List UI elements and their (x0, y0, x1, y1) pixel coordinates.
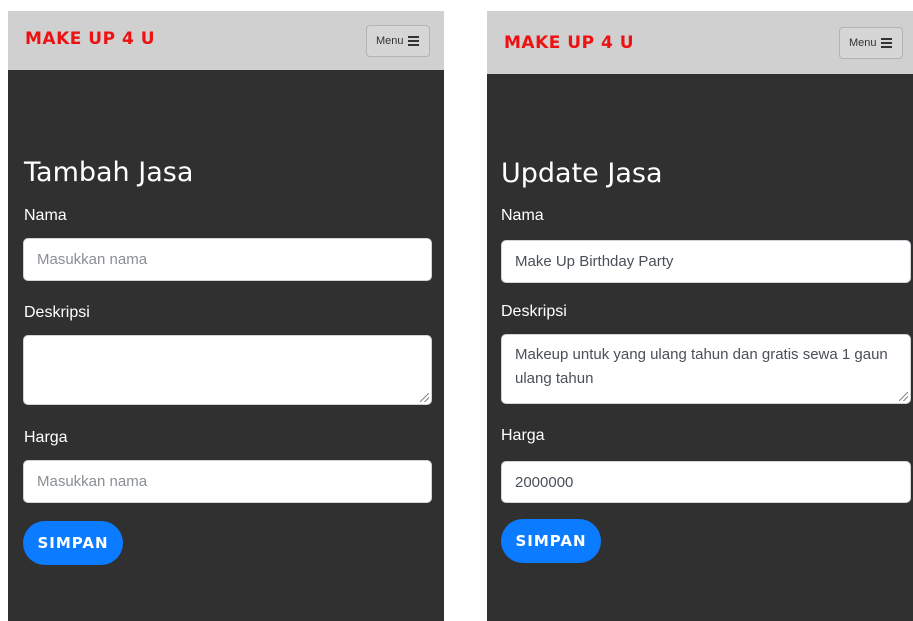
brand-logo[interactable]: MAKE UP 4 U (504, 33, 634, 53)
page-title: Update Jasa (501, 158, 663, 189)
page-title: Tambah Jasa (24, 157, 194, 188)
simpan-button[interactable]: SIMPAN (501, 519, 601, 563)
harga-label: Harga (501, 427, 545, 444)
menu-label: Menu (849, 37, 877, 49)
hamburger-icon (407, 36, 419, 46)
deskripsi-label: Deskripsi (24, 304, 90, 321)
deskripsi-label: Deskripsi (501, 303, 567, 320)
nama-input[interactable]: Make Up Birthday Party (501, 240, 911, 283)
hamburger-icon (880, 38, 892, 48)
nama-label: Nama (24, 207, 67, 224)
navbar: MAKE UP 4 U Menu (487, 11, 913, 74)
menu-label: Menu (376, 35, 404, 47)
harga-input[interactable]: 2000000 (501, 461, 911, 503)
add-service-panel: MAKE UP 4 U Menu Tambah Jasa Nama Masukk… (8, 11, 444, 621)
navbar: MAKE UP 4 U Menu (8, 11, 444, 70)
deskripsi-textarea[interactable] (23, 335, 432, 405)
resize-grip-icon[interactable] (420, 393, 429, 402)
nama-input[interactable]: Masukkan nama (23, 238, 432, 281)
brand-logo[interactable]: MAKE UP 4 U (25, 29, 155, 49)
resize-grip-icon[interactable] (899, 392, 908, 401)
update-service-panel: MAKE UP 4 U Menu Update Jasa Nama Make U… (487, 11, 913, 621)
menu-button[interactable]: Menu (839, 27, 903, 59)
menu-button[interactable]: Menu (366, 25, 430, 57)
harga-input[interactable]: Masukkan nama (23, 460, 432, 503)
simpan-button[interactable]: SIMPAN (23, 521, 123, 565)
harga-label: Harga (24, 429, 68, 446)
deskripsi-textarea[interactable]: Makeup untuk yang ulang tahun dan gratis… (501, 334, 911, 404)
nama-label: Nama (501, 207, 544, 224)
deskripsi-value: Makeup untuk yang ulang tahun dan gratis… (515, 346, 888, 387)
